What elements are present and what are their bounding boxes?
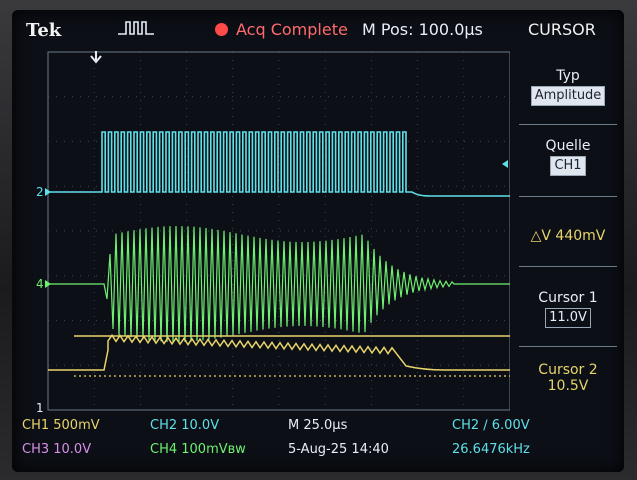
trigger-setting: CH2 ∕ 6.00V xyxy=(452,418,530,433)
date-time: 5-Aug-25 14:40 xyxy=(288,442,389,457)
typ-label: Typ xyxy=(556,68,580,84)
quelle-value: CH1 xyxy=(550,156,586,176)
trigger-position-arrow-icon xyxy=(90,51,102,64)
cursor-2-label: Cursor 2 xyxy=(538,362,598,378)
ch4-marker: 4 xyxy=(36,277,44,291)
ch3-scale: CH3 10.0V xyxy=(22,442,92,457)
menu-divider xyxy=(519,196,617,197)
ch2-marker: 2 xyxy=(36,185,44,199)
timebase: M 25.0µs xyxy=(288,418,348,433)
oscilloscope-screen: Tek Acq Complete M Pos: 100.0µs CURSOR 2… xyxy=(12,10,624,472)
menu-divider xyxy=(519,346,617,347)
cursor-1-label: Cursor 1 xyxy=(538,290,598,306)
quelle-label: Quelle xyxy=(545,138,591,154)
cursor-2-value: 10.5V xyxy=(547,378,589,394)
typ-menu-button[interactable]: Typ Amplitude xyxy=(515,68,621,106)
waveform-display: 2 4 1 xyxy=(36,51,510,414)
ch1-scale: CH1 500mV xyxy=(22,418,100,433)
graticule xyxy=(47,51,510,411)
typ-value: Amplitude xyxy=(530,86,606,106)
brand-logo: Tek xyxy=(26,20,62,41)
menu-divider xyxy=(519,266,617,267)
acquisition-status: Acq Complete xyxy=(236,20,348,39)
status-header: Tek Acq Complete M Pos: 100.0µs CURSOR xyxy=(12,10,624,48)
pulse-trigger-icon xyxy=(118,21,154,35)
cursor-menu: Typ Amplitude Quelle CH1 △V 440mV Cursor… xyxy=(515,52,621,414)
trigger-level-arrow-icon xyxy=(502,160,508,168)
cursor-1-value: 11.0V xyxy=(545,308,591,328)
trigger-frequency: 26.6476kHz xyxy=(452,442,530,457)
ch4-scale: CH4 100mVʙw xyxy=(150,442,246,457)
delta-v-readout: △V 440mV xyxy=(530,228,606,244)
horizontal-position: M Pos: 100.0µs xyxy=(362,20,483,39)
ch1-marker: 1 xyxy=(36,401,44,414)
quelle-menu-button[interactable]: Quelle CH1 xyxy=(515,138,621,176)
ch2-scale: CH2 10.0V xyxy=(150,418,220,433)
acq-status-dot-icon xyxy=(215,23,228,36)
menu-title: CURSOR xyxy=(528,20,596,39)
cursor-2-button[interactable]: Cursor 2 10.5V xyxy=(515,362,621,394)
cursor-1-button[interactable]: Cursor 1 11.0V xyxy=(515,290,621,328)
channel-status-bar: CH1 500mV CH2 10.0V M 25.0µs CH2 ∕ 6.00V… xyxy=(12,414,624,472)
menu-divider xyxy=(519,124,617,125)
